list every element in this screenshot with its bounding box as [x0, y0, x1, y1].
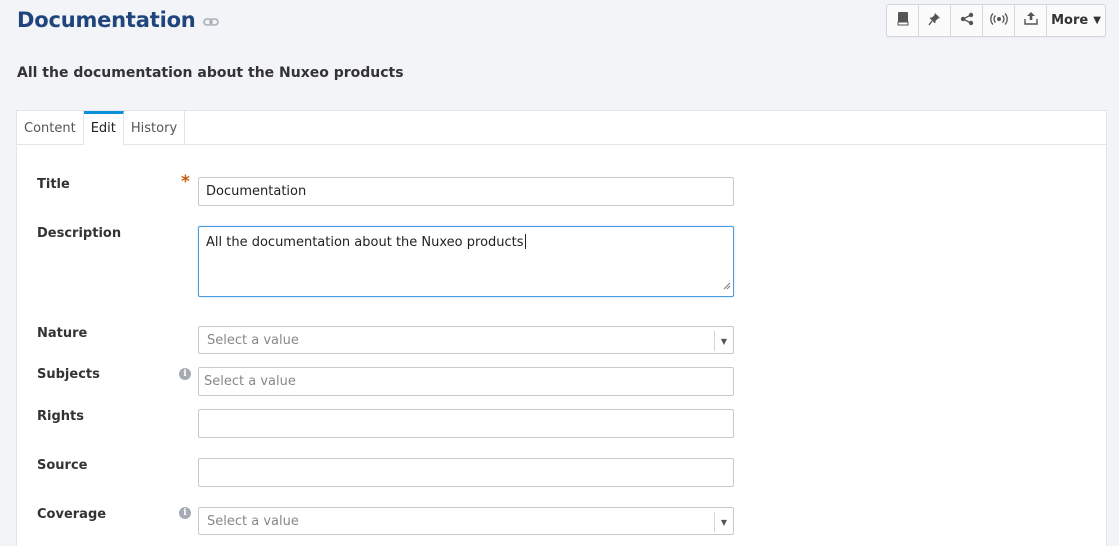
more-label: More: [1051, 13, 1089, 28]
chevron-down-icon: ▼: [714, 331, 733, 351]
follow-button[interactable]: [983, 5, 1015, 36]
description-textarea[interactable]: All the documentation about the Nuxeo pr…: [198, 226, 734, 297]
source-label: Source: [37, 458, 88, 473]
coverage-select[interactable]: Select a value ▼: [198, 507, 734, 535]
coverage-label: Coverage: [37, 507, 107, 522]
tab-content[interactable]: Content: [17, 111, 84, 145]
more-menu-button[interactable]: More ▼: [1047, 5, 1105, 36]
add-to-collection-button[interactable]: [887, 5, 919, 36]
export-button[interactable]: [1015, 5, 1047, 36]
nature-select[interactable]: Select a value ▼: [198, 326, 734, 354]
resize-handle-icon[interactable]: [723, 279, 731, 294]
title-input[interactable]: Documentation: [198, 177, 734, 206]
broadcast-icon: [989, 11, 1008, 30]
rights-input[interactable]: [198, 409, 734, 438]
page-title: Documentation: [17, 8, 196, 32]
subjects-input[interactable]: Select a value: [198, 367, 734, 396]
nature-placeholder: Select a value: [207, 332, 299, 348]
share-button[interactable]: [951, 5, 983, 36]
pin-icon: [928, 11, 941, 30]
share-icon: [960, 11, 974, 30]
required-marker: *: [181, 172, 190, 192]
tab-history[interactable]: History: [124, 111, 186, 145]
text-cursor: [524, 234, 526, 249]
page-description: All the documentation about the Nuxeo pr…: [17, 65, 404, 81]
upload-icon: [1023, 11, 1039, 30]
description-label: Description: [37, 226, 122, 241]
coverage-placeholder: Select a value: [207, 513, 299, 529]
page-header: Documentation: [17, 8, 219, 32]
tab-bar: Content Edit History: [17, 111, 1106, 146]
info-icon[interactable]: i: [179, 507, 191, 519]
pin-button[interactable]: [919, 5, 951, 36]
title-label: Title: [37, 177, 70, 192]
source-input[interactable]: [198, 458, 734, 487]
document-actions-toolbar: More ▼: [886, 4, 1106, 37]
book-icon: [896, 11, 910, 30]
nature-label: Nature: [37, 326, 88, 341]
description-text: All the documentation about the Nuxeo pr…: [206, 235, 524, 250]
edit-panel: Content Edit History Title * Documentati…: [16, 110, 1107, 546]
rights-label: Rights: [37, 409, 84, 424]
info-icon[interactable]: i: [179, 368, 191, 380]
subjects-label: Subjects: [37, 367, 100, 382]
caret-down-icon: ▼: [1093, 15, 1101, 26]
permalink-icon[interactable]: [202, 17, 219, 27]
tab-edit[interactable]: Edit: [83, 111, 124, 146]
chevron-down-icon: ▼: [714, 512, 733, 532]
